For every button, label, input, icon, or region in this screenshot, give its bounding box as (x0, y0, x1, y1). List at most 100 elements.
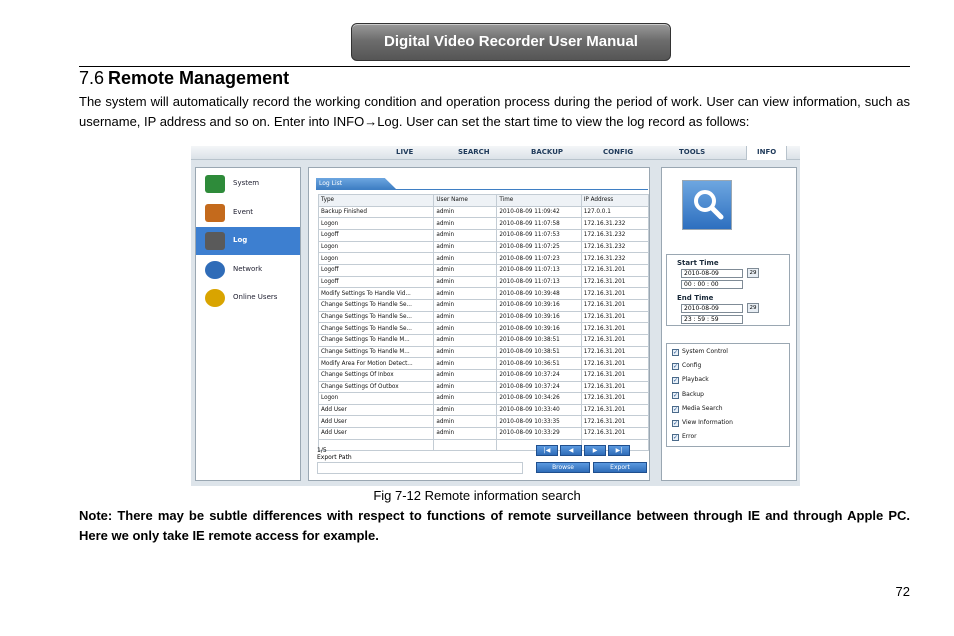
start-time-input[interactable]: 00 : 00 : 00 (681, 280, 743, 289)
table-cell: Add User (317, 403, 435, 417)
column-header[interactable]: Type (317, 194, 435, 207)
nav-search[interactable]: SEARCH (458, 148, 490, 156)
start-date-input[interactable]: 2010-08-09 (681, 269, 743, 278)
sidebar-item-network[interactable]: Network (196, 256, 300, 284)
search-panel: Start Time 2010-08-09 29 00 : 00 : 00 En… (661, 167, 797, 481)
log-panel: Log List Type User Name Time IP Address Bac… (308, 167, 650, 481)
table-cell: admin (433, 357, 498, 370)
table-row[interactable]: Backup Finished admin 2010-08-09 11:09:42 1… (317, 205, 650, 219)
sidebar-item-event[interactable]: Event (196, 199, 300, 227)
table-cell: admin (433, 415, 498, 429)
checkbox-checked-icon[interactable]: ✓ (672, 363, 679, 371)
table-cell: 172.16.31.201 (580, 345, 650, 359)
table-row[interactable]: Modify Settings To Handle Vid... admin 201… (317, 287, 650, 300)
table-row[interactable]: Logoff admin 2010-08-09 11:07:13 172.16.31.… (317, 263, 650, 277)
table-cell: 2010-08-09 10:39:16 (496, 322, 582, 335)
table-cell: Logon (317, 252, 435, 265)
table-cell: Change Settings To Handle M... (317, 345, 435, 359)
table-cell (433, 438, 498, 452)
table-row[interactable]: Logon admin 2010-08-09 11:07:23 172.16.31.2… (317, 252, 650, 265)
table-row[interactable]: Change Settings To Handle Se... admin 2010… (317, 322, 650, 335)
table-row[interactable]: Add User admin 2010-08-09 10:33:40 172.16.3… (317, 403, 650, 417)
end-date-input[interactable]: 2010-08-09 (681, 304, 743, 313)
table-row[interactable]: Change Settings To Handle M... admin 2010-… (317, 333, 650, 347)
table-cell: 172.16.31.201 (580, 263, 650, 277)
table-cell: 2010-08-09 11:07:25 (496, 240, 582, 254)
nav-config[interactable]: CONFIG (603, 148, 633, 156)
end-time-input[interactable]: 23 : 59 : 59 (681, 315, 743, 324)
table-row[interactable]: Logoff admin 2010-08-09 11:07:53 172.16.31.… (317, 228, 650, 242)
checkbox-checked-icon[interactable]: ✓ (672, 405, 679, 413)
table-row[interactable]: Modify Area For Motion Detect... admin 201… (317, 357, 650, 370)
nav-live[interactable]: LIVE (396, 148, 413, 156)
prev-page-button[interactable]: ◀ (560, 445, 582, 456)
table-cell: 2010-08-09 10:39:16 (496, 298, 582, 312)
sidebar-item-system[interactable]: System (196, 170, 300, 198)
sidebar-item-label: Network (233, 264, 263, 273)
table-cell: 172.16.31.201 (580, 427, 650, 440)
filter-label: Error (682, 433, 697, 441)
table-cell: 2010-08-09 11:09:42 (496, 205, 582, 219)
filter-item[interactable]: ✓ Backup (672, 391, 704, 399)
table-row[interactable]: Add User admin 2010-08-09 10:33:29 172.16.3… (317, 427, 650, 440)
checkbox-checked-icon[interactable]: ✓ (672, 434, 679, 442)
table-row[interactable]: Change Settings To Handle Se... admin 2010… (317, 298, 650, 312)
table-row[interactable]: Change Settings To Handle M... admin 2010-… (317, 345, 650, 359)
export-path-input[interactable] (317, 462, 523, 474)
tab-log-list[interactable]: Log List (316, 178, 396, 189)
export-button[interactable]: Export (593, 462, 647, 473)
checkbox-checked-icon[interactable]: ✓ (672, 420, 679, 427)
filter-item[interactable]: ✓ Media Search (672, 405, 723, 413)
table-row[interactable]: Logon admin 2010-08-09 11:07:25 172.16.31.2… (317, 240, 650, 254)
filter-item[interactable]: ✓ Config (672, 362, 701, 371)
table-cell: admin (433, 287, 498, 300)
checkbox-checked-icon[interactable]: ✓ (672, 349, 679, 356)
table-row[interactable]: Logon admin 2010-08-09 10:34:26 172.16.31.2… (317, 392, 650, 405)
table-cell: 2010-08-09 10:39:48 (496, 287, 582, 300)
calendar-icon[interactable]: 29 (747, 268, 759, 278)
checkbox-checked-icon[interactable]: ✓ (672, 391, 679, 399)
last-page-button[interactable]: ▶| (608, 445, 630, 456)
table-cell: 172.16.31.201 (580, 415, 650, 429)
table-cell: admin (433, 217, 498, 230)
next-page-button[interactable]: ▶ (584, 445, 606, 456)
table-row[interactable]: Logoff admin 2010-08-09 11:07:13 172.16.31.… (317, 275, 650, 289)
table-cell: 2010-08-09 10:33:35 (496, 415, 582, 429)
section-heading: Remote Management (108, 68, 290, 88)
first-page-button[interactable]: |◀ (536, 445, 558, 456)
filter-item[interactable]: ✓ View Information (672, 419, 733, 427)
table-cell: Add User (317, 427, 435, 440)
nav-tools[interactable]: TOOLS (679, 148, 705, 156)
table-row[interactable]: Change Settings To Handle Se... admin 2010… (317, 310, 650, 324)
browse-button[interactable]: Browse (536, 462, 590, 473)
nav-backup[interactable]: BACKUP (531, 148, 563, 156)
table-row[interactable]: Change Settings Of Inbox admin 2010-08-09 … (317, 368, 650, 382)
table-row[interactable]: Add User admin 2010-08-09 10:33:35 172.16.3… (317, 415, 650, 429)
start-time-label: Start Time (677, 259, 719, 267)
table-row[interactable]: Logon admin 2010-08-09 11:07:58 172.16.31.2… (317, 217, 650, 230)
table-cell: Change Settings To Handle M... (317, 333, 435, 347)
table-cell: admin (433, 263, 498, 277)
checkbox-checked-icon[interactable]: ✓ (672, 377, 679, 385)
nav-info[interactable]: INFO (746, 146, 788, 160)
search-button[interactable] (682, 180, 732, 230)
filter-item[interactable]: ✓ Error (672, 433, 697, 442)
column-header[interactable]: IP Address (580, 194, 650, 207)
sidebar-item-online-users[interactable]: Online Users (196, 284, 300, 312)
column-header[interactable]: Time (496, 194, 582, 207)
filter-item[interactable]: ✓ System Control (672, 348, 728, 356)
table-cell: 172.16.31.232 (580, 240, 650, 254)
calendar-icon[interactable]: 29 (747, 303, 759, 313)
table-cell: 172.16.31.201 (580, 310, 650, 324)
table-cell: 172.16.31.201 (580, 392, 650, 405)
table-cell: 172.16.31.232 (580, 228, 650, 242)
table-cell: Change Settings Of Outbox (317, 380, 435, 394)
filter-item[interactable]: ✓ Playback (672, 376, 709, 385)
sidebar-item-log[interactable]: Log (196, 227, 300, 255)
column-header[interactable]: User Name (433, 194, 498, 207)
tab-underline (316, 189, 648, 190)
table-row[interactable]: Change Settings Of Outbox admin 2010-08-09… (317, 380, 650, 394)
filter-label: View Information (682, 419, 733, 426)
table-cell: 172.16.31.201 (580, 380, 650, 394)
magnifier-icon (694, 190, 724, 220)
